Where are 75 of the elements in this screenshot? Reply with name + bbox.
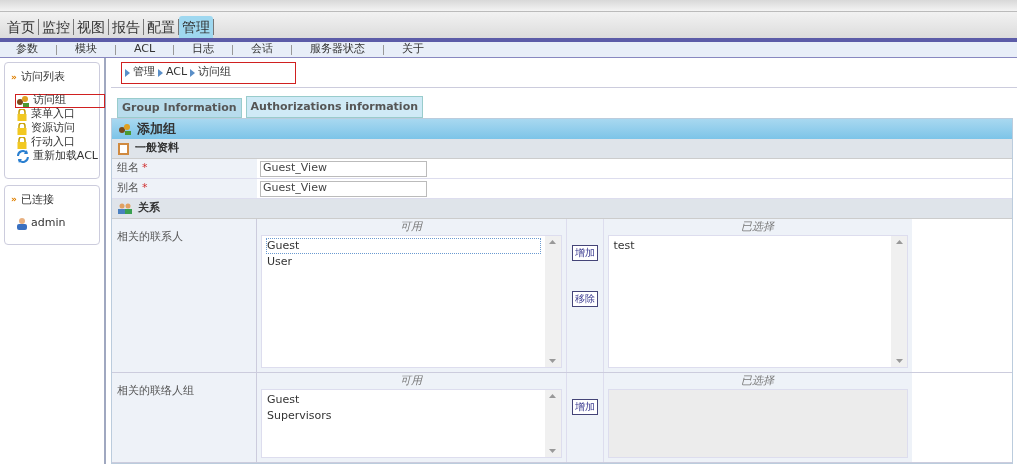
list-box[interactable]: Guest User (261, 235, 562, 368)
list-box[interactable]: test (607, 235, 908, 368)
breadcrumb-arrow-icon (158, 68, 163, 77)
lock-icon (16, 136, 28, 149)
nav-tab[interactable]: 首页 (4, 16, 38, 38)
breadcrumb-arrow-icon (125, 68, 130, 77)
list-heading: 已选择 (740, 373, 776, 389)
document-icon (118, 142, 129, 155)
people-icon (118, 203, 132, 214)
sidebar-item[interactable]: admin (15, 216, 99, 230)
scroll-up-icon[interactable] (549, 240, 556, 244)
group-icon (16, 94, 30, 107)
list-option[interactable]: Guest (266, 392, 541, 408)
user-icon (16, 216, 28, 230)
list-option[interactable]: Guest (266, 238, 541, 254)
sub-nav-link[interactable]: 关于 (402, 41, 425, 58)
sub-nav-link[interactable]: 模块 (75, 41, 97, 58)
chevron-icon: » (11, 193, 17, 207)
breadcrumb-link[interactable]: ACL (166, 64, 188, 81)
list-option[interactable]: test (612, 238, 887, 254)
input-field[interactable]: Guest_View (260, 180, 427, 197)
sidebar-item[interactable]: 行动入口 (15, 135, 99, 150)
sub-nav-link[interactable]: ACL (134, 41, 156, 58)
nav-tab[interactable]: 管理 (179, 16, 213, 38)
nav-tab[interactable]: 监控 (39, 16, 73, 38)
tab[interactable]: Group Information (117, 98, 242, 118)
panel-title: 已连接 (20, 191, 54, 208)
list-heading: 可用 (399, 219, 424, 235)
list-action-button[interactable]: 增加 (571, 399, 598, 415)
section-header: 关系 (112, 199, 1012, 219)
scrollbar[interactable] (544, 390, 561, 457)
sub-nav-link[interactable]: 参数 (16, 41, 38, 58)
sub-nav-link[interactable]: 日志 (192, 41, 215, 58)
input-field[interactable]: Guest_View (260, 160, 427, 177)
sub-nav-link[interactable]: 会话 (251, 41, 274, 58)
field-label: 别名 (117, 180, 139, 197)
breadcrumb-arrow-icon (190, 68, 196, 77)
form-title: 添加组 (137, 120, 176, 139)
nav-tab[interactable]: 报告 (109, 16, 143, 38)
list-heading: 已选择 (740, 219, 776, 235)
group-icon (118, 123, 132, 135)
tab[interactable]: Authorizations information (245, 96, 424, 118)
sub-nav-link[interactable]: 服务器状态 (310, 41, 366, 58)
field-label: 组名 (117, 160, 139, 177)
scroll-down-icon[interactable] (549, 449, 556, 453)
list-action-button[interactable]: 移除 (571, 291, 598, 307)
nav-tab[interactable]: 视图 (74, 16, 108, 38)
list-box[interactable]: Guest Supervisors (261, 389, 562, 458)
list-option[interactable]: User (266, 254, 541, 270)
chevron-icon: » (11, 70, 17, 84)
scroll-down-icon[interactable] (895, 359, 903, 363)
list-option[interactable]: Supervisors (266, 408, 541, 424)
required-mark: * (142, 160, 148, 177)
sidebar-item[interactable]: 资源访问 (15, 121, 99, 136)
field-label: 相关的联络人组 (117, 384, 194, 397)
field-label: 相关的联系人 (117, 230, 183, 243)
scroll-up-icon[interactable] (549, 394, 556, 398)
list-heading: 可用 (399, 373, 424, 389)
lock-icon (16, 108, 28, 121)
breadcrumb-link[interactable]: 管理 (133, 64, 155, 81)
scroll-down-icon[interactable] (549, 359, 556, 363)
sidebar-item[interactable]: 菜单入口 (15, 107, 99, 122)
sidebar-item[interactable]: 访问组 (15, 93, 105, 108)
scroll-up-icon[interactable] (895, 240, 903, 244)
section-header: 一般资料 (112, 139, 1012, 159)
list-action-button[interactable]: 增加 (571, 245, 598, 261)
sidebar-item[interactable]: 重新加载ACL (15, 149, 99, 164)
lock-icon (16, 122, 28, 135)
required-mark: * (142, 180, 148, 197)
nav-tab[interactable]: 配置 (144, 16, 178, 38)
scrollbar[interactable] (891, 236, 907, 367)
scrollbar[interactable] (544, 236, 561, 367)
reload-icon (16, 150, 30, 163)
panel-title: 访问列表 (20, 69, 65, 85)
breadcrumb-link[interactable]: 访问组 (198, 64, 232, 81)
